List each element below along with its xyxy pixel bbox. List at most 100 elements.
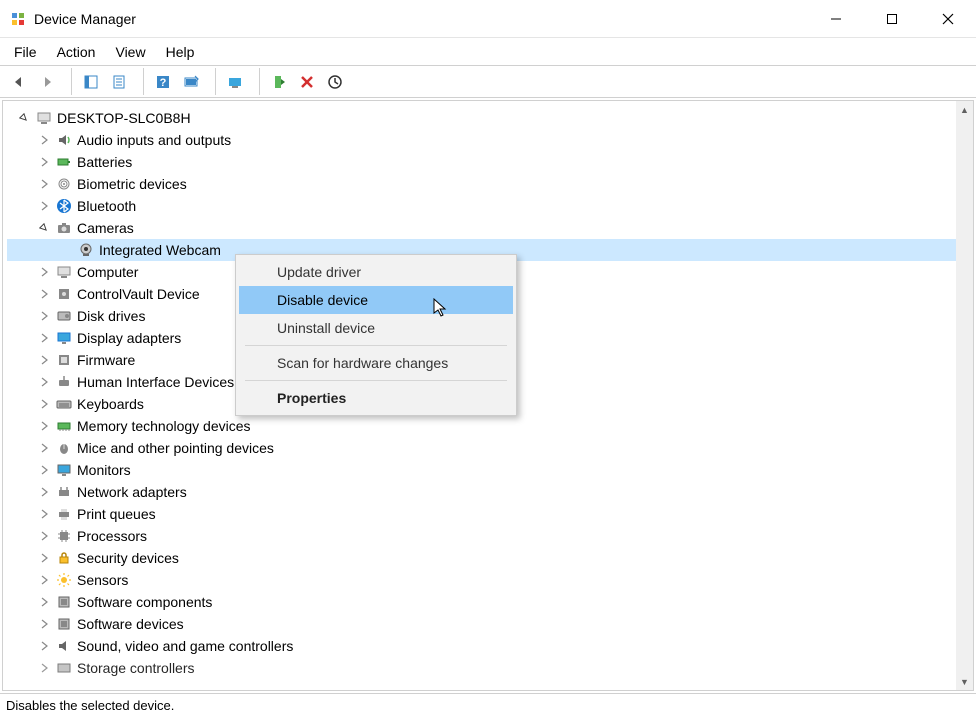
tree-label: Human Interface Devices: [77, 374, 234, 390]
app-icon: [10, 11, 26, 27]
properties-button[interactable]: [106, 69, 132, 95]
context-uninstall-device[interactable]: Uninstall device: [239, 314, 513, 342]
window-title: Device Manager: [34, 11, 136, 27]
context-update-driver[interactable]: Update driver: [239, 258, 513, 286]
disable-device-button[interactable]: [322, 69, 348, 95]
mouse-icon: [55, 439, 73, 457]
toolbar: ?: [0, 66, 976, 98]
expand-icon[interactable]: [37, 265, 51, 279]
hid-icon: [55, 373, 73, 391]
close-button[interactable]: [920, 0, 976, 37]
tree-category-processors[interactable]: Processors: [7, 525, 969, 547]
maximize-button[interactable]: [864, 0, 920, 37]
toolbar-separator: [66, 68, 72, 95]
expand-icon[interactable]: [37, 287, 51, 301]
expand-icon[interactable]: [37, 529, 51, 543]
tree-label: Software components: [77, 594, 212, 610]
expand-icon[interactable]: [37, 551, 51, 565]
software-icon: [55, 615, 73, 633]
menu-action[interactable]: Action: [47, 40, 106, 64]
tree-category-printqueues[interactable]: Print queues: [7, 503, 969, 525]
expand-icon[interactable]: [37, 155, 51, 169]
menu-help[interactable]: Help: [156, 40, 205, 64]
tree-category-mice[interactable]: Mice and other pointing devices: [7, 437, 969, 459]
tree-label: Keyboards: [77, 396, 144, 412]
scan-hardware-button[interactable]: [178, 69, 204, 95]
webcam-icon: [77, 241, 95, 259]
vertical-scrollbar[interactable]: ▲ ▼: [956, 101, 973, 690]
tree-label: Storage controllers: [77, 660, 195, 676]
tree-category-security[interactable]: Security devices: [7, 547, 969, 569]
tree-label: Firmware: [77, 352, 135, 368]
expand-icon[interactable]: [37, 441, 51, 455]
tree-category-sensors[interactable]: Sensors: [7, 569, 969, 591]
expand-icon[interactable]: [37, 639, 51, 653]
tree-category-biometric[interactable]: Biometric devices: [7, 173, 969, 195]
context-properties[interactable]: Properties: [239, 384, 513, 412]
update-driver-button[interactable]: [222, 69, 248, 95]
expand-icon[interactable]: [37, 331, 51, 345]
tree-root[interactable]: DESKTOP-SLC0B8H: [7, 107, 969, 129]
tree-category-audio[interactable]: Audio inputs and outputs: [7, 129, 969, 151]
context-scan-hardware[interactable]: Scan for hardware changes: [239, 349, 513, 377]
help-button[interactable]: ?: [150, 69, 176, 95]
expand-icon[interactable]: [37, 485, 51, 499]
tree-label: Software devices: [77, 616, 184, 632]
expand-icon[interactable]: [37, 573, 51, 587]
expand-icon[interactable]: [37, 419, 51, 433]
expand-icon[interactable]: [37, 309, 51, 323]
tree-label: ControlVault Device: [77, 286, 200, 302]
tree-label: Batteries: [77, 154, 132, 170]
security-icon: [55, 549, 73, 567]
enable-device-button[interactable]: [266, 69, 292, 95]
forward-button[interactable]: [34, 69, 60, 95]
tree-category-bluetooth[interactable]: Bluetooth: [7, 195, 969, 217]
expand-icon[interactable]: [37, 133, 51, 147]
expand-icon[interactable]: [37, 199, 51, 213]
tree-category-monitors[interactable]: Monitors: [7, 459, 969, 481]
firmware-icon: [55, 351, 73, 369]
expand-icon[interactable]: [37, 507, 51, 521]
expand-icon[interactable]: [37, 617, 51, 631]
show-hide-console-button[interactable]: [78, 69, 104, 95]
toolbar-separator: [210, 68, 216, 95]
context-disable-device[interactable]: Disable device: [239, 286, 513, 314]
tree-category-batteries[interactable]: Batteries: [7, 151, 969, 173]
tree-category-network[interactable]: Network adapters: [7, 481, 969, 503]
scroll-up-icon[interactable]: ▲: [956, 101, 973, 118]
expand-icon[interactable]: [37, 397, 51, 411]
collapse-icon[interactable]: [17, 111, 31, 125]
sensor-icon: [55, 571, 73, 589]
tree-category-memory[interactable]: Memory technology devices: [7, 415, 969, 437]
menu-file[interactable]: File: [4, 40, 47, 64]
expand-icon[interactable]: [37, 375, 51, 389]
tree-label: Security devices: [77, 550, 179, 566]
content-area: DESKTOP-SLC0B8H Audio inputs and outputs…: [2, 100, 974, 691]
expand-icon[interactable]: [37, 353, 51, 367]
svg-text:?: ?: [160, 77, 167, 89]
network-icon: [55, 483, 73, 501]
expand-icon[interactable]: [37, 177, 51, 191]
back-button[interactable]: [6, 69, 32, 95]
tree-category-software-devices[interactable]: Software devices: [7, 613, 969, 635]
menu-view[interactable]: View: [105, 40, 155, 64]
minimize-button[interactable]: [808, 0, 864, 37]
status-text: Disables the selected device.: [6, 698, 174, 713]
tree-label: Memory technology devices: [77, 418, 251, 434]
tree-label: Network adapters: [77, 484, 187, 500]
computer-icon: [55, 263, 73, 281]
tree-category-software-components[interactable]: Software components: [7, 591, 969, 613]
tree-root-label: DESKTOP-SLC0B8H: [57, 110, 191, 126]
memory-icon: [55, 417, 73, 435]
tree-category-storage[interactable]: Storage controllers: [7, 657, 969, 679]
uninstall-device-button[interactable]: [294, 69, 320, 95]
tree-label: Sensors: [77, 572, 128, 588]
tree-category-cameras[interactable]: Cameras: [7, 217, 969, 239]
scroll-down-icon[interactable]: ▼: [956, 673, 973, 690]
tree-label: Print queues: [77, 506, 156, 522]
expand-icon[interactable]: [37, 463, 51, 477]
collapse-icon[interactable]: [37, 221, 51, 235]
expand-icon[interactable]: [37, 595, 51, 609]
tree-category-sound[interactable]: Sound, video and game controllers: [7, 635, 969, 657]
expand-icon[interactable]: [37, 661, 51, 675]
